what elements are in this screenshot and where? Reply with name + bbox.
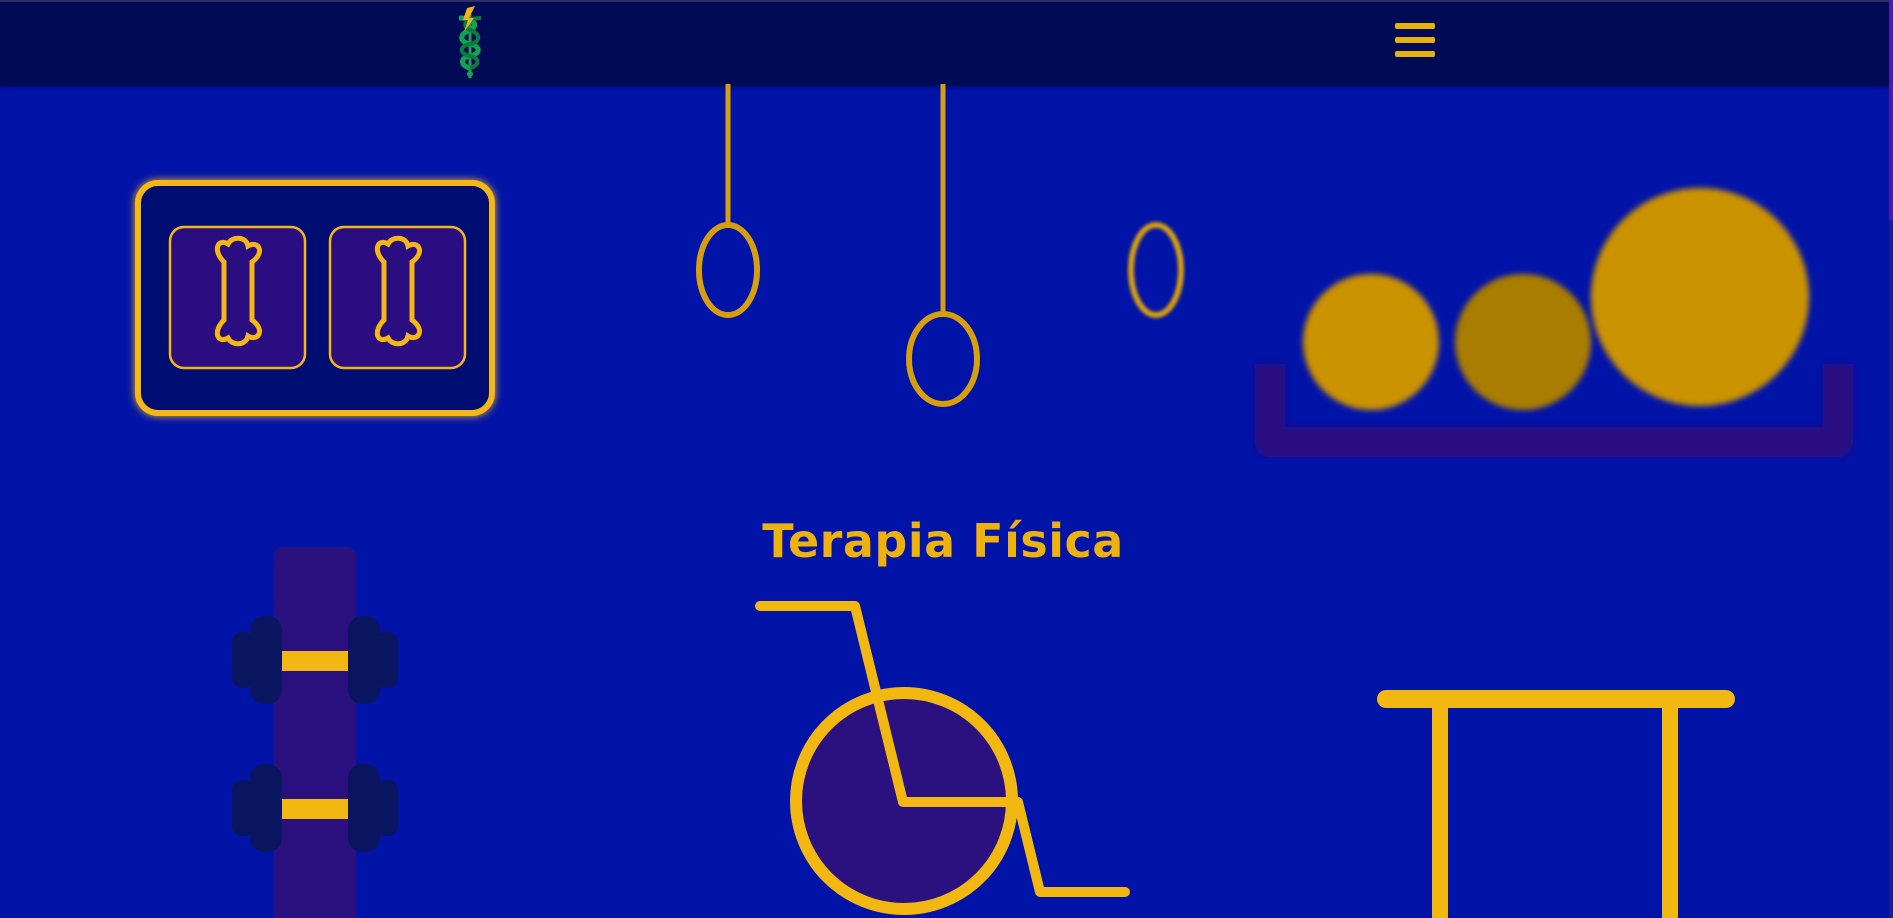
hero-illustration: [135, 84, 1853, 918]
therapy-balls-icon: [1255, 188, 1853, 457]
scrollbar-thumb[interactable]: [1889, 0, 1893, 220]
bone-panel-icon: [135, 180, 495, 416]
gymnastic-rings-icon: [696, 84, 1184, 407]
scrollbar[interactable]: [1889, 0, 1893, 918]
wheelchair-icon: [755, 601, 1130, 915]
table-icon: [1377, 690, 1735, 918]
page-title: Terapia Física: [762, 513, 1124, 568]
dumbbell-rack-icon: [232, 547, 398, 918]
